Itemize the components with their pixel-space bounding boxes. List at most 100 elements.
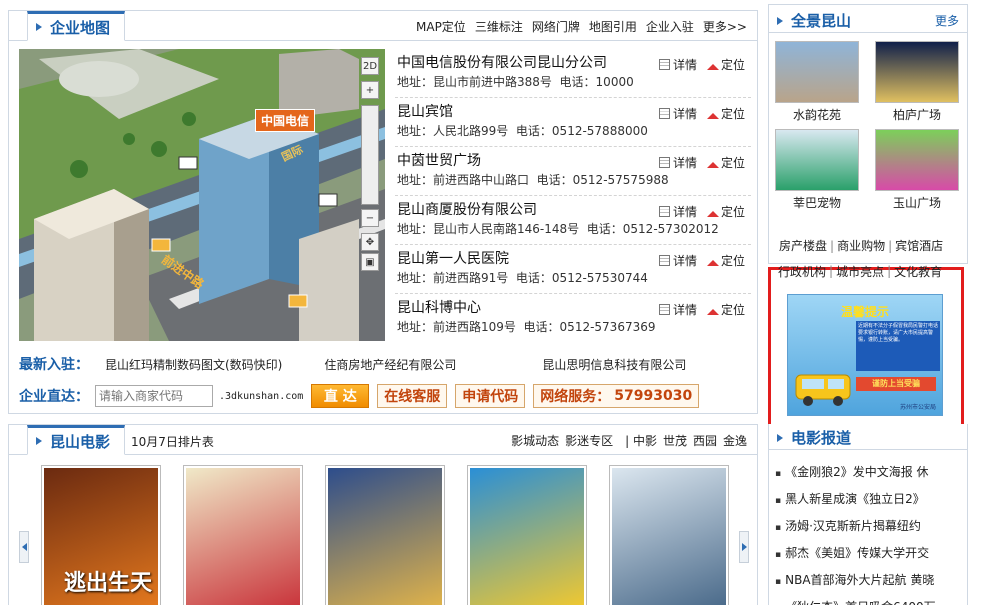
document-icon — [658, 108, 670, 119]
locate-button[interactable]: 定位 — [706, 203, 745, 220]
category-link[interactable]: 行政机构 — [778, 264, 826, 279]
newcomer-link[interactable]: 住商房地产经纪有限公司 — [324, 356, 456, 373]
van-icon — [795, 374, 851, 406]
movie-links: 影城动态 影迷专区 | 中影 世茂 西园 金逸 — [511, 425, 747, 455]
category-row: 行政机构 | 城市亮点 | 文化教育 — [778, 264, 962, 278]
warning-ad-banner: 温馨提示 近期有不法分子假冒我局民警打电话要求银行转账，请广大市民提高警惕，谨防… — [787, 294, 943, 416]
locate-button[interactable]: 定位 — [706, 252, 745, 269]
movie-news-title-wrap: 电影报道 — [777, 427, 851, 448]
news-item[interactable]: 黑人新星成演《独立日2》 — [775, 487, 965, 514]
news-item[interactable]: 汤姆·汉克斯新片揭幕纽约 — [775, 514, 965, 541]
thumb-image — [775, 129, 859, 191]
document-icon — [658, 157, 670, 168]
link-fan-zone[interactable]: 影迷专区 — [565, 432, 613, 449]
detail-button[interactable]: 详情 — [658, 203, 697, 220]
locate-button[interactable]: 定位 — [706, 301, 745, 318]
online-service-button[interactable]: 在线客服 — [377, 384, 448, 408]
list-item: 昆山第一人民医院 地址：前进西路91号 电话：0512-57530744 详情 … — [395, 245, 751, 294]
news-item[interactable]: 《金刚狼2》发中文海报 休 — [775, 460, 965, 487]
thumb-label: 柏庐广场 — [892, 108, 941, 122]
category-link[interactable]: 宾馆酒店 — [895, 237, 943, 254]
list-item: 昆山宾馆 地址：人民北路99号 电话：0512-57888000 详情 定位 — [395, 98, 751, 147]
link-company-join[interactable]: 企业入驻 — [646, 18, 694, 35]
triangle-icon — [777, 433, 783, 442]
category-link[interactable]: 城市亮点 — [836, 264, 884, 279]
link-jinyi[interactable]: 金逸 — [723, 432, 747, 449]
movie-schedule-link[interactable]: 10月7日排片表 — [131, 433, 214, 450]
network-service-button[interactable]: 网络服务： 57993030 — [533, 384, 700, 408]
newcomer-link[interactable]: 昆山红玛精制数码图文(数码快印) — [105, 356, 282, 373]
company-actions: 详情 定位 — [658, 105, 745, 122]
thumb-label: 水韵花苑 — [792, 108, 841, 122]
thumb-item[interactable]: 玉山广场 — [875, 129, 959, 215]
document-icon — [658, 304, 670, 315]
movie-poster[interactable] — [609, 465, 729, 605]
poster-image — [328, 468, 442, 605]
locate-button[interactable]: 定位 — [706, 56, 745, 73]
map-2d-toggle[interactable]: 2D — [361, 57, 379, 75]
company-address: 地址：昆山市人民南路146-148号 电话：0512-57302012 — [397, 222, 719, 236]
link-more[interactable]: 更多>> — [703, 18, 747, 35]
news-item[interactable]: 《狄仁杰》首日吸金6400万 — [775, 595, 965, 605]
movie-poster[interactable] — [467, 465, 587, 605]
warning-ad-highlight[interactable]: 温馨提示 近期有不法分子假冒我局民警打电话要求银行转账，请广大市民提高警惕，谨防… — [768, 267, 964, 430]
separator: | — [888, 238, 893, 253]
detail-button[interactable]: 详情 — [658, 56, 697, 73]
map-zoom-slider[interactable] — [361, 105, 379, 205]
map-pan-icon[interactable]: ✥ — [361, 233, 379, 251]
scroll-right-button[interactable] — [739, 531, 749, 563]
triangle-icon — [777, 16, 783, 25]
company-actions: 详情 定位 — [658, 301, 745, 318]
movie-poster[interactable] — [183, 465, 303, 605]
news-item[interactable]: 郝杰《美姐》传媒大学开交 — [775, 541, 965, 568]
link-map-locate[interactable]: MAP定位 — [416, 18, 466, 35]
panorama-more-link[interactable]: 更多 — [935, 12, 959, 29]
movie-poster[interactable]: 逃出生天 — [41, 465, 161, 605]
detail-button[interactable]: 详情 — [658, 105, 697, 122]
detail-button[interactable]: 详情 — [658, 154, 697, 171]
link-zhongying[interactable]: | 中影 — [625, 432, 657, 449]
thumb-item[interactable]: 柏庐广场 — [875, 41, 959, 127]
link-door-plate[interactable]: 网络门牌 — [532, 18, 580, 35]
tab-company-map[interactable]: 企业地图 — [27, 11, 126, 41]
scroll-left-button[interactable] — [19, 531, 29, 563]
panorama-header: 全景昆山 更多 — [769, 5, 967, 33]
locate-button[interactable]: 定位 — [706, 154, 745, 171]
category-link[interactable]: 商业购物 — [837, 237, 885, 254]
link-map-cite[interactable]: 地图引用 — [589, 18, 637, 35]
thumb-item[interactable]: 水韵花苑 — [775, 41, 859, 127]
thumb-image — [775, 41, 859, 103]
company-address: 地址：人民北路99号 电话：0512-57888000 — [397, 124, 648, 138]
company-actions: 详情 定位 — [658, 203, 745, 220]
home-icon — [706, 309, 719, 315]
map-zoom-out[interactable]: − — [361, 209, 379, 227]
company-address: 地址：前进西路中山路口 电话：0512-57575988 — [397, 173, 669, 187]
locate-button[interactable]: 定位 — [706, 105, 745, 122]
detail-button[interactable]: 详情 — [658, 301, 697, 318]
link-cinema-news[interactable]: 影城动态 — [511, 432, 559, 449]
thumb-label: 玉山广场 — [892, 196, 941, 210]
apply-code-button[interactable]: 申请代码 — [455, 384, 526, 408]
newcomer-link[interactable]: 昆山思明信息科技有限公司 — [542, 356, 686, 373]
tab-kunshan-movie[interactable]: 昆山电影 — [27, 425, 126, 455]
3d-city-map[interactable]: 中国电信 前进中路 国际 2D + − ✥ ▣ — [19, 49, 385, 341]
go-button[interactable]: 直 达 — [311, 384, 370, 408]
detail-button[interactable]: 详情 — [658, 252, 697, 269]
company-list: 中国电信股份有限公司昆山分公司 地址：昆山市前进中路388号 电话：10000 … — [395, 49, 751, 343]
map-fullscreen-icon[interactable]: ▣ — [361, 253, 379, 271]
link-3d-mark[interactable]: 三维标注 — [475, 18, 523, 35]
link-shimao[interactable]: 世茂 — [663, 432, 687, 449]
merchant-code-input[interactable] — [95, 385, 213, 407]
news-item[interactable]: NBA首部海外大片起航 黄晓 — [775, 568, 965, 595]
separator: | — [830, 238, 835, 253]
map-tag-china-telecom[interactable]: 中国电信 — [255, 109, 316, 132]
map-illustration — [19, 49, 385, 341]
thumb-label: 莘巴宠物 — [792, 196, 841, 210]
map-zoom-in[interactable]: + — [361, 81, 379, 99]
movie-poster[interactable] — [325, 465, 445, 605]
thumb-item[interactable]: 莘巴宠物 — [775, 129, 859, 215]
category-link[interactable]: 文化教育 — [894, 264, 942, 279]
link-xiyuan[interactable]: 西园 — [693, 432, 717, 449]
poster-image: 逃出生天 — [44, 468, 158, 605]
category-link[interactable]: 房产楼盘 — [779, 237, 827, 254]
